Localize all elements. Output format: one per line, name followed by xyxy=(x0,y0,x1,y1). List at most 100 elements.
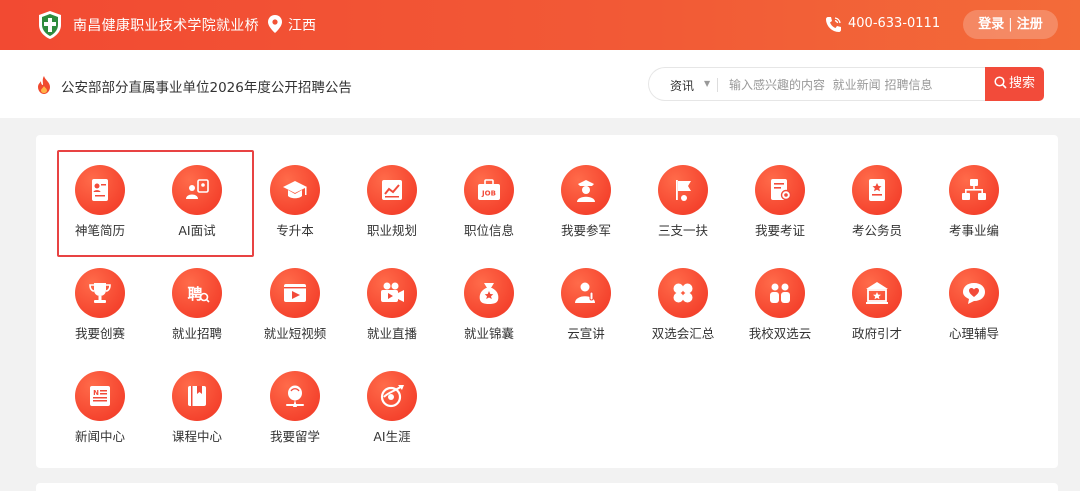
service-icon-circle xyxy=(949,165,999,215)
service-icon-circle: 聘 xyxy=(172,268,222,318)
service-three-supports[interactable]: 三支一扶 xyxy=(634,165,732,255)
service-study-abroad[interactable]: 我要留学 xyxy=(246,371,344,461)
chevron-down-icon[interactable]: ▼ xyxy=(704,79,710,88)
service-icon-circle xyxy=(949,268,999,318)
service-label: 职位信息 xyxy=(463,223,514,238)
service-icon-circle xyxy=(367,165,417,215)
search-button[interactable]: 搜索 xyxy=(985,67,1044,101)
auth-pill: 登录 | 注册 xyxy=(963,10,1058,39)
search-input[interactable] xyxy=(729,74,979,96)
svg-text:聘: 聘 xyxy=(187,285,202,303)
service-live-stream[interactable]: 就业直播 xyxy=(343,268,441,358)
service-label: AI生涯 xyxy=(373,429,411,444)
service-job-info[interactable]: JOB 职位信息 xyxy=(440,165,538,255)
career-plan-icon xyxy=(382,180,402,200)
service-icon-circle: JOB xyxy=(464,165,514,215)
phone-icon xyxy=(826,17,841,32)
service-news-center[interactable]: N 新闻中心 xyxy=(51,371,149,461)
service-cloud-presentation[interactable]: 云宣讲 xyxy=(537,268,635,358)
service-icon-circle: N xyxy=(75,371,125,421)
service-label: 我要留学 xyxy=(269,429,320,444)
service-career-tips[interactable]: 就业锦囊 xyxy=(440,268,538,358)
service-gov-talent[interactable]: 政府引才 xyxy=(828,268,926,358)
service-label: 就业短视频 xyxy=(263,326,327,341)
login-button[interactable]: 登录 xyxy=(978,17,1004,32)
service-label: 就业直播 xyxy=(366,326,417,341)
service-label: 云宣讲 xyxy=(567,326,605,341)
service-label: 我校双选云 xyxy=(748,326,812,341)
location-pin-icon[interactable] xyxy=(268,15,282,33)
ai-career-icon xyxy=(380,385,404,408)
service-label: 考事业编 xyxy=(948,223,999,238)
search-divider xyxy=(717,78,718,92)
service-label: 考公务员 xyxy=(851,223,902,238)
service-icon-circle xyxy=(270,268,320,318)
service-icon-circle xyxy=(561,268,611,318)
service-public-institution[interactable]: 考事业编 xyxy=(925,165,1023,255)
service-label: 新闻中心 xyxy=(74,429,125,444)
study-abroad-icon xyxy=(286,385,304,407)
course-book-icon xyxy=(188,386,206,406)
service-civil-service[interactable]: 考公务员 xyxy=(828,165,926,255)
service-label: 职业规划 xyxy=(366,223,417,238)
recruit-icon: 聘 xyxy=(187,285,210,303)
search-icon xyxy=(994,76,1007,89)
service-label: 我要考证 xyxy=(754,223,805,238)
service-job-fair-summary[interactable]: 双选会汇总 xyxy=(634,268,732,358)
live-camera-icon xyxy=(381,282,404,302)
service-ai-career[interactable]: AI生涯 xyxy=(343,371,441,461)
service-icon-circle xyxy=(75,268,125,318)
service-career-plan[interactable]: 职业规划 xyxy=(343,165,441,255)
soldier-icon xyxy=(577,180,595,202)
service-counseling[interactable]: 心理辅导 xyxy=(925,268,1023,358)
video-icon xyxy=(284,284,306,302)
flag-icon xyxy=(676,180,691,201)
next-section-edge xyxy=(36,483,1058,491)
location-label[interactable]: 江西 xyxy=(288,15,316,35)
service-label: 就业招聘 xyxy=(171,326,222,341)
svg-text:N: N xyxy=(93,389,99,397)
auth-separator: | xyxy=(1008,17,1013,32)
school-logo-icon[interactable] xyxy=(37,10,63,40)
service-competition[interactable]: 我要创赛 xyxy=(51,268,149,358)
service-icon-circle xyxy=(658,165,708,215)
service-join-army[interactable]: 我要参军 xyxy=(537,165,635,255)
service-icon-circle xyxy=(561,165,611,215)
notice-headline[interactable]: 公安部部分直属事业单位2026年度公开招聘公告 xyxy=(61,76,352,96)
presenter-icon xyxy=(575,282,595,303)
news-icon: N xyxy=(90,386,110,406)
service-upgrade-degree[interactable]: 专升本 xyxy=(246,165,344,255)
top-header: 南昌健康职业技术学院就业桥 江西 400-633-0111 登录 | 注册 xyxy=(0,0,1080,50)
service-label: 课程中心 xyxy=(171,429,222,444)
tips-bag-icon xyxy=(479,283,499,304)
government-icon xyxy=(866,282,888,304)
job-icon: JOB xyxy=(478,179,500,200)
notice-search-bar: 公安部部分直属事业单位2026年度公开招聘公告 资讯 ▼ 搜索 xyxy=(0,50,1080,118)
trophy-icon xyxy=(89,283,111,303)
service-icon-circle xyxy=(270,165,320,215)
search-box: 资讯 ▼ xyxy=(648,67,988,101)
service-label: 心理辅导 xyxy=(948,326,999,341)
service-icon-circle xyxy=(270,371,320,421)
service-icon-circle xyxy=(464,268,514,318)
service-icon-circle xyxy=(755,165,805,215)
service-label: 我要创赛 xyxy=(74,326,125,341)
hotline-number: 400-633-0111 xyxy=(848,16,941,31)
service-recruitment[interactable]: 聘 就业招聘 xyxy=(148,268,246,358)
service-label: 我要参军 xyxy=(560,223,611,238)
site-title[interactable]: 南昌健康职业技术学院就业桥 xyxy=(73,15,259,35)
service-icon-circle xyxy=(852,165,902,215)
civil-exam-icon xyxy=(869,179,885,201)
service-school-fair-cloud[interactable]: 我校双选云 xyxy=(731,268,829,358)
service-course-center[interactable]: 课程中心 xyxy=(148,371,246,461)
people-icon xyxy=(770,283,790,303)
service-certificate[interactable]: 我要考证 xyxy=(731,165,829,255)
service-icon-circle xyxy=(367,268,417,318)
service-icon-circle xyxy=(367,371,417,421)
search-category-select[interactable]: 资讯 xyxy=(670,77,694,94)
org-chart-icon xyxy=(962,179,986,200)
search-bar: 资讯 ▼ 搜索 xyxy=(648,67,1044,101)
register-button[interactable]: 注册 xyxy=(1017,17,1043,32)
certificate-icon xyxy=(771,179,792,201)
service-short-video[interactable]: 就业短视频 xyxy=(246,268,344,358)
